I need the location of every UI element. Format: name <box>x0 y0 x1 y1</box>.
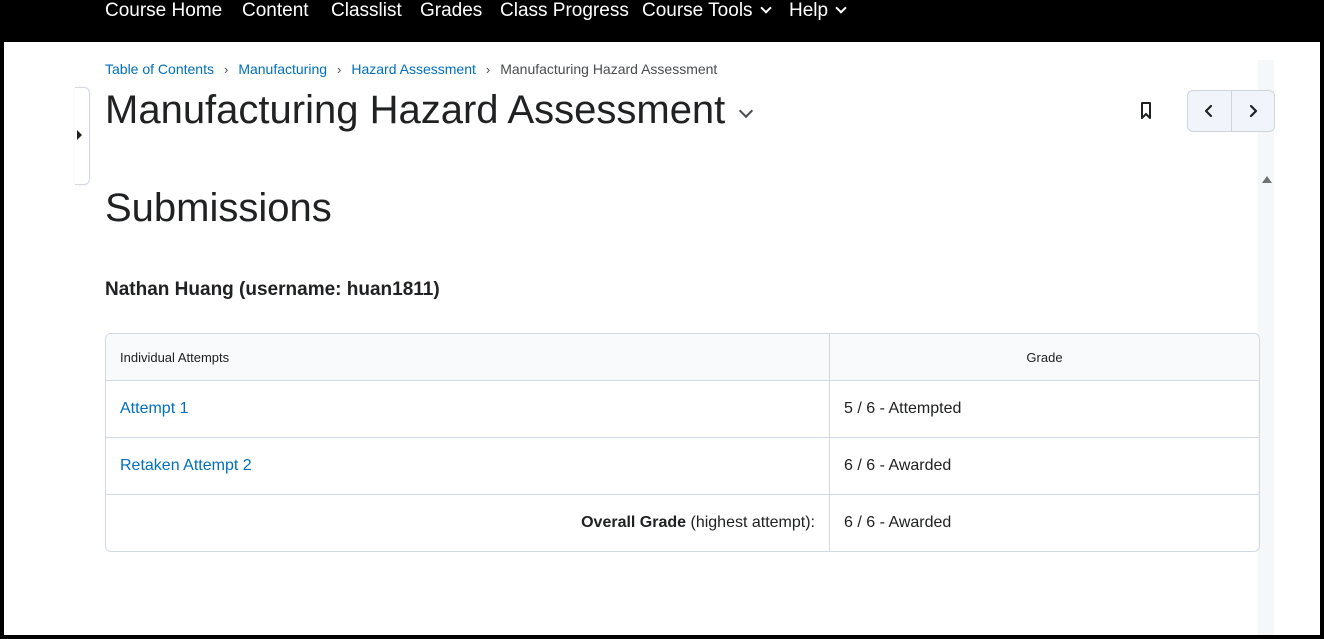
nav-help-label: Help <box>789 0 829 21</box>
top-navigation-bar: Course Home Content Classlist Grades Cla… <box>0 0 1324 42</box>
scroll-up-arrow-icon[interactable] <box>1262 176 1272 183</box>
attempt-cell: Attempt 1 <box>106 381 830 438</box>
nav-course-home-label: Course Home <box>105 0 223 21</box>
side-panel-toggle[interactable] <box>75 87 90 185</box>
breadcrumb: Table of Contents › Manufacturing › Hazard A… <box>105 60 717 78</box>
attempt-cell: Retaken Attempt 2 <box>106 438 830 495</box>
table-row: Retaken Attempt 2 6 / 6 - Awarded <box>106 438 1259 495</box>
nav-classlist[interactable]: Classlist <box>331 0 402 27</box>
content-page: Table of Contents › Manufacturing › Hazard A… <box>4 42 1320 635</box>
table-row: Attempt 1 5 / 6 - Attempted <box>106 381 1259 438</box>
breadcrumb-current: Manufacturing Hazard Assessment <box>500 61 718 77</box>
overall-grade-label-rest: (highest attempt): <box>686 514 815 531</box>
chevron-down-icon <box>759 2 772 14</box>
overall-grade-label-bold: Overall Grade <box>581 514 687 531</box>
caret-right-icon <box>77 130 82 140</box>
attempt-link[interactable]: Retaken Attempt 2 <box>120 457 252 474</box>
overall-grade-row: Overall Grade (highest attempt): 6 / 6 -… <box>106 495 1259 551</box>
next-topic-button[interactable] <box>1230 91 1275 131</box>
nav-class-progress[interactable]: Class Progress <box>500 0 629 27</box>
attempt-link[interactable]: Attempt 1 <box>120 400 188 417</box>
breadcrumb-separator: › <box>337 62 342 77</box>
nav-course-tools[interactable]: Course Tools <box>642 0 772 27</box>
nav-course-home[interactable]: Course Home <box>105 0 222 27</box>
previous-topic-button[interactable] <box>1188 91 1231 131</box>
chevron-down-icon[interactable] <box>738 103 754 119</box>
table-header-row: Individual Attempts Grade <box>106 334 1259 381</box>
chevron-down-icon <box>835 2 847 14</box>
bookmark-icon[interactable] <box>1140 102 1152 120</box>
nav-course-tools-label: Course Tools <box>642 0 753 21</box>
overall-grade-value: 6 / 6 - Awarded <box>844 514 952 531</box>
breadcrumb-link-hazard-assessment[interactable]: Hazard Assessment <box>351 61 476 77</box>
column-header-grade: Grade <box>830 334 1259 381</box>
nav-classlist-label: Classlist <box>331 0 402 21</box>
user-heading: Nathan Huang (username: huan1811) <box>105 279 440 300</box>
breadcrumb-separator: › <box>223 62 229 77</box>
nav-content[interactable]: Content <box>242 0 309 27</box>
nav-content-label: Content <box>242 0 309 21</box>
nav-help[interactable]: Help <box>789 0 847 27</box>
chevron-right-icon <box>1249 104 1257 118</box>
overall-grade-label: Overall Grade (highest attempt): <box>106 495 830 551</box>
breadcrumb-link-manufacturing[interactable]: Manufacturing <box>238 61 327 77</box>
grade-cell: 6 / 6 - Awarded <box>830 438 1259 495</box>
attempts-table: Individual Attempts Grade Attempt 1 5 / … <box>105 333 1260 552</box>
nav-grades-label: Grades <box>420 0 483 21</box>
nav-class-progress-label: Class Progress <box>500 0 629 21</box>
nav-grades[interactable]: Grades <box>420 0 482 27</box>
grade-cell: 5 / 6 - Attempted <box>830 381 1259 438</box>
topic-navigation <box>1187 90 1275 132</box>
chevron-left-icon <box>1205 104 1213 118</box>
breadcrumb-separator: › <box>485 62 491 77</box>
section-title: Submissions <box>105 186 332 230</box>
page-title: Manufacturing Hazard Assessment <box>105 88 726 132</box>
column-header-attempts: Individual Attempts <box>106 334 830 381</box>
breadcrumb-link-table-of-contents[interactable]: Table of Contents <box>105 61 214 77</box>
scrollbar[interactable] <box>1258 60 1274 635</box>
